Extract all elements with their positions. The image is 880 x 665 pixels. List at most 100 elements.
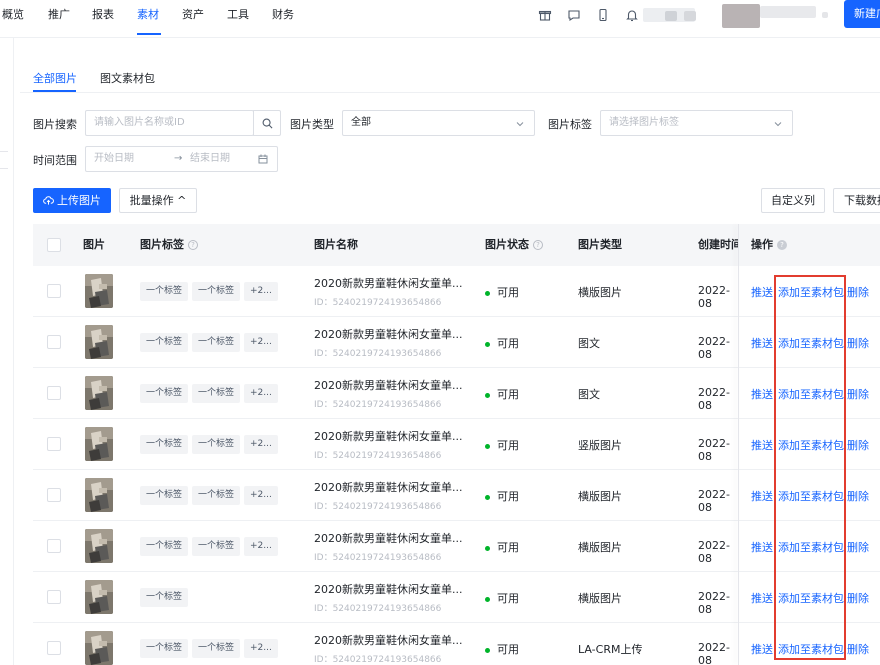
col-created: 创建时间: [698, 238, 738, 251]
row-checkbox[interactable]: [47, 284, 61, 298]
image-name[interactable]: 2020新款男童鞋休闲女童单...: [314, 632, 462, 648]
tag-select[interactable]: 请选择图片标签: [600, 110, 793, 136]
download-data-button[interactable]: 下载数据: [833, 188, 880, 213]
nav-item-overview[interactable]: 概览: [2, 0, 24, 38]
bell-icon[interactable]: [625, 8, 639, 22]
upload-label: 上传图片: [57, 194, 101, 207]
push-link[interactable]: 推送: [751, 539, 773, 555]
upload-image-button[interactable]: 上传图片: [33, 188, 111, 213]
delete-link[interactable]: 删除: [847, 335, 869, 351]
delete-link[interactable]: 删除: [847, 488, 869, 504]
push-link[interactable]: 推送: [751, 590, 773, 606]
tag-placeholder: 请选择图片标签: [609, 117, 679, 128]
tag-label: 图片标签: [548, 118, 592, 131]
delete-link[interactable]: 删除: [847, 284, 869, 300]
account-info-blurred: [760, 6, 816, 18]
image-name[interactable]: 2020新款男童鞋休闲女童单...: [314, 326, 462, 342]
col-operations-label: 操作: [751, 238, 773, 251]
add-to-pack-link[interactable]: 添加至素材包: [778, 488, 844, 504]
image-tag: 一个标签: [140, 537, 189, 556]
nav-item-reports[interactable]: 报表: [92, 0, 114, 38]
delete-link[interactable]: 删除: [847, 590, 869, 606]
status-text: 可用: [497, 286, 519, 299]
image-tag: +2...: [244, 435, 278, 454]
message-icon[interactable]: [567, 8, 581, 22]
chevron-down-icon: [774, 122, 782, 127]
image-name[interactable]: 2020新款男童鞋休闲女童单...: [314, 377, 462, 393]
status-text: 可用: [497, 388, 519, 401]
row-checkbox[interactable]: [47, 590, 61, 604]
push-link[interactable]: 推送: [751, 641, 773, 657]
question-icon[interactable]: ?: [777, 240, 787, 250]
col-tags: 图片标签?: [140, 224, 198, 266]
row-checkbox[interactable]: [47, 488, 61, 502]
status-badge: 可用: [485, 335, 519, 351]
search-input[interactable]: 请输入图片名称或ID: [85, 110, 254, 136]
upload-cloud-icon: [43, 196, 54, 205]
account-info-blurred: [665, 11, 677, 21]
start-date-placeholder: 开始日期: [94, 153, 134, 164]
time-label: 时间范围: [33, 154, 77, 167]
push-link[interactable]: 推送: [751, 284, 773, 300]
phone-icon[interactable]: [596, 8, 610, 22]
batch-actions-button[interactable]: 批量操作 ^: [119, 188, 197, 213]
account-info-blurred: [684, 11, 696, 21]
nav-item-property[interactable]: 资产: [182, 0, 204, 38]
row-checkbox[interactable]: [47, 641, 61, 655]
add-to-pack-link[interactable]: 添加至素材包: [778, 437, 844, 453]
image-thumbnail[interactable]: [85, 529, 113, 563]
image-name[interactable]: 2020新款男童鞋休闲女童单...: [314, 428, 462, 444]
image-thumbnail[interactable]: [85, 478, 113, 512]
add-to-pack-link[interactable]: 添加至素材包: [778, 386, 844, 402]
nav-item-promotion[interactable]: 推广: [48, 0, 70, 38]
image-thumbnail[interactable]: [85, 427, 113, 461]
image-name[interactable]: 2020新款男童鞋休闲女童单...: [314, 581, 462, 597]
row-checkbox[interactable]: [47, 437, 61, 451]
search-button[interactable]: [253, 110, 281, 136]
gift-icon[interactable]: [538, 8, 552, 22]
question-icon[interactable]: ?: [188, 240, 198, 250]
delete-link[interactable]: 删除: [847, 539, 869, 555]
row-checkbox[interactable]: [47, 335, 61, 349]
add-to-pack-link[interactable]: 添加至素材包: [778, 284, 844, 300]
image-thumbnail[interactable]: [85, 580, 113, 614]
nav-item-tools[interactable]: 工具: [227, 0, 249, 38]
push-link[interactable]: 推送: [751, 335, 773, 351]
add-to-pack-link[interactable]: 添加至素材包: [778, 335, 844, 351]
row-checkbox[interactable]: [47, 539, 61, 553]
table-row: 一个标签 一个标签 +2... 2020新款男童鞋休闲女童单... ID：52402…: [33, 266, 880, 317]
nav-item-finance[interactable]: 财务: [272, 0, 294, 38]
add-to-pack-link[interactable]: 添加至素材包: [778, 641, 844, 657]
tab-material-pack[interactable]: 图文素材包: [100, 70, 155, 86]
image-thumbnail[interactable]: [85, 631, 113, 665]
image-name[interactable]: 2020新款男童鞋休闲女童单...: [314, 530, 462, 546]
image-tag: +2...: [244, 537, 278, 556]
add-to-pack-link[interactable]: 添加至素材包: [778, 539, 844, 555]
search-icon: [262, 118, 273, 129]
row-checkbox[interactable]: [47, 386, 61, 400]
push-link[interactable]: 推送: [751, 437, 773, 453]
image-id: ID：5240219724193654866: [314, 604, 442, 614]
image-name[interactable]: 2020新款男童鞋休闲女童单...: [314, 275, 462, 291]
delete-link[interactable]: 删除: [847, 437, 869, 453]
calendar-icon: [258, 154, 268, 164]
delete-link[interactable]: 删除: [847, 386, 869, 402]
add-to-pack-link[interactable]: 添加至素材包: [778, 590, 844, 606]
question-icon[interactable]: ?: [533, 240, 543, 250]
custom-columns-button[interactable]: 自定义列: [761, 188, 825, 213]
image-thumbnail[interactable]: [85, 325, 113, 359]
image-thumbnail[interactable]: [85, 274, 113, 308]
date-range-picker[interactable]: 开始日期 → 结束日期: [85, 146, 278, 172]
image-tag: 一个标签: [192, 384, 241, 403]
type-select[interactable]: 全部: [342, 110, 535, 136]
push-link[interactable]: 推送: [751, 386, 773, 402]
status-badge: 可用: [485, 539, 519, 555]
delete-link[interactable]: 删除: [847, 641, 869, 657]
image-name[interactable]: 2020新款男童鞋休闲女童单...: [314, 479, 462, 495]
tab-all-images[interactable]: 全部图片: [33, 70, 77, 86]
image-thumbnail[interactable]: [85, 376, 113, 410]
select-all-checkbox[interactable]: [47, 238, 61, 252]
image-id: ID：5240219724193654866: [314, 655, 442, 665]
push-link[interactable]: 推送: [751, 488, 773, 504]
new-button[interactable]: 新建广: [844, 0, 880, 28]
